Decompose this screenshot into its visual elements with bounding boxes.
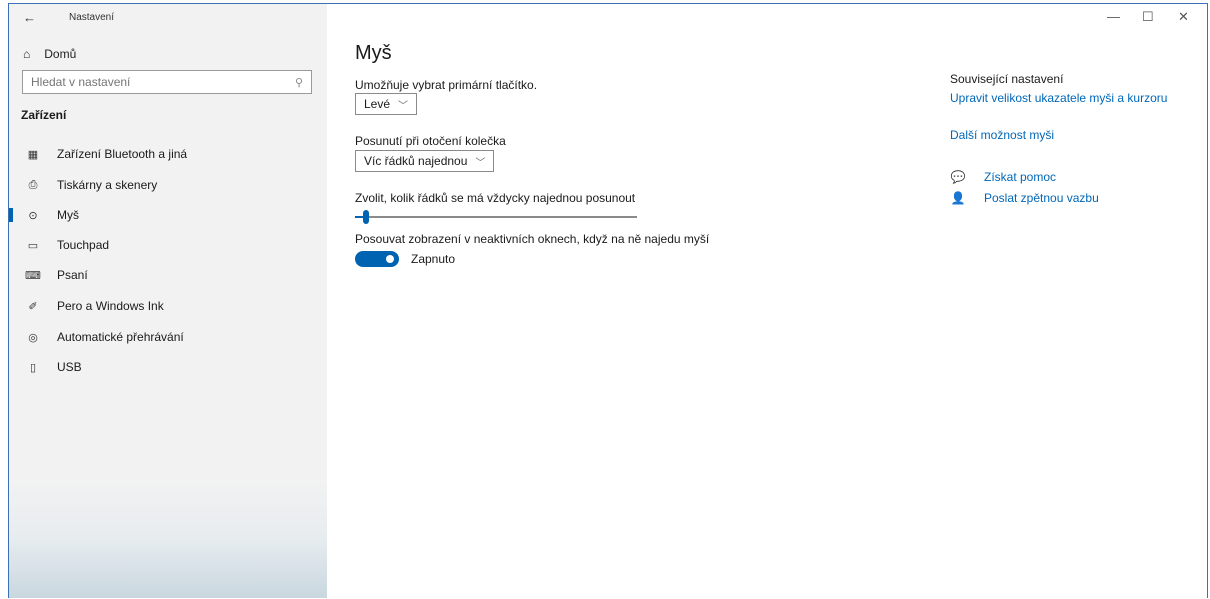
autoplay-icon: ◎ <box>28 331 38 344</box>
lines-label: Zvolit, kolik řádků se má vždycky najedn… <box>355 191 636 205</box>
sidebar-item-label: Touchpad <box>57 238 110 252</box>
bluetooth-devices-icon: ▦ <box>27 148 39 161</box>
slider-thumb[interactable] <box>363 210 369 224</box>
sidebar-item-typing[interactable]: ⌨ Psaní <box>9 264 327 286</box>
send-feedback-link[interactable]: 👤 Poslat zpětnou vazbu <box>950 191 1099 205</box>
related-heading: Související nastavení <box>950 72 1064 86</box>
pen-icon: ✐ <box>28 300 38 313</box>
additional-mouse-options-link[interactable]: Další možnost myši <box>950 128 1054 143</box>
usb-icon: ▯ <box>29 361 37 374</box>
sidebar-item-mouse[interactable]: ⊙ Myš <box>9 204 327 226</box>
sidebar-item-touchpad[interactable]: ▭ Touchpad <box>9 234 327 256</box>
search-box[interactable]: ⚲ <box>22 70 312 94</box>
back-arrow-icon[interactable]: ← <box>23 10 36 25</box>
close-icon[interactable]: ✕ <box>1178 9 1189 25</box>
inactive-scroll-toggle[interactable] <box>355 251 399 267</box>
mouse-icon: ⊙ <box>28 209 38 222</box>
inactive-scroll-label: Posouvat zobrazení v neaktivních oknech,… <box>355 232 710 246</box>
sidebar-item-label: Automatické přehrávání <box>57 330 184 344</box>
sidebar-item-label: Myš <box>57 208 79 222</box>
inactive-scroll-setting: Zapnuto <box>355 251 455 267</box>
sidebar-item-autoplay[interactable]: ◎ Automatické přehrávání <box>9 326 327 348</box>
slider-track <box>355 216 637 218</box>
minimize-icon[interactable]: — <box>1107 9 1120 24</box>
get-help-link[interactable]: 💬 Získat pomoc <box>950 170 1057 184</box>
maximize-icon[interactable]: ☐ <box>1142 9 1154 25</box>
sidebar: ← Nastavení ⌂ Domů ⚲ Zařízení ▦ Zařízení… <box>9 4 327 598</box>
nav-home-label: Domů <box>44 47 77 61</box>
section-title: Zařízení <box>21 108 67 122</box>
sidebar-item-label: USB <box>57 360 82 374</box>
chevron-down-icon: ﹀ <box>398 100 409 112</box>
sidebar-item-printers[interactable]: ⎙ Tiskárny a skenery <box>9 174 327 196</box>
feedback-person-icon: 👤 <box>950 191 966 205</box>
scroll-dropdown[interactable]: Víc řádků najednou ﹀ <box>355 150 495 172</box>
sidebar-item-bluetooth[interactable]: ▦ Zařízení Bluetooth a jiná <box>9 143 327 165</box>
toggle-knob <box>386 255 394 263</box>
chevron-down-icon: ﹀ <box>475 157 486 169</box>
lines-slider[interactable] <box>355 210 637 224</box>
dropdown-value: Víc řádků najednou <box>364 154 468 168</box>
search-icon[interactable]: ⚲ <box>295 76 303 89</box>
window-title: Nastavení <box>69 12 115 23</box>
pointer-size-link[interactable]: Upravit velikost ukazatele myši a kurzor… <box>950 91 1170 106</box>
dropdown-value: Levé <box>364 97 391 111</box>
keyboard-icon: ⌨ <box>25 269 41 282</box>
get-help-label: Získat pomoc <box>984 170 1057 184</box>
settings-window: ← Nastavení ⌂ Domů ⚲ Zařízení ▦ Zařízení… <box>8 3 1208 598</box>
sidebar-item-label: Zařízení Bluetooth a jiná <box>57 147 188 161</box>
home-icon: ⌂ <box>23 47 31 61</box>
touchpad-icon: ▭ <box>27 239 39 252</box>
page-title: Myš <box>355 42 392 64</box>
title-bar: ← Nastavení <box>9 4 327 32</box>
send-feedback-label: Poslat zpětnou vazbu <box>984 191 1099 205</box>
search-input[interactable] <box>31 75 295 89</box>
sidebar-item-pen[interactable]: ✐ Pero a Windows Ink <box>9 295 327 317</box>
printer-icon: ⎙ <box>28 178 38 191</box>
toggle-state: Zapnuto <box>411 252 456 266</box>
nav-home[interactable]: ⌂ Domů <box>23 47 76 61</box>
chat-bubble-icon: 💬 <box>950 170 966 184</box>
primary-button-dropdown[interactable]: Levé ﹀ <box>355 93 418 115</box>
sidebar-item-label: Tiskárny a skenery <box>57 178 158 192</box>
sidebar-item-usb[interactable]: ▯ USB <box>9 356 327 378</box>
sidebar-item-label: Psaní <box>57 268 88 282</box>
sidebar-item-label: Pero a Windows Ink <box>57 299 164 313</box>
primary-button-label: Umožňuje vybrat primární tlačítko. <box>355 78 538 92</box>
scroll-label: Posunutí při otočení kolečka <box>355 134 506 148</box>
